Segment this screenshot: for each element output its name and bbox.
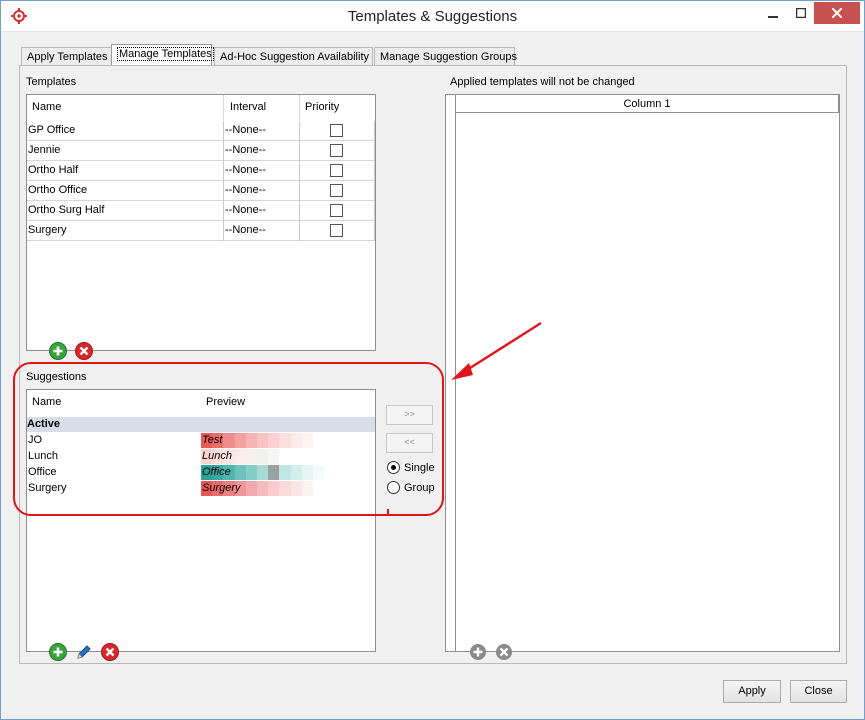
apply-button[interactable]: Apply	[723, 680, 781, 703]
templates-table[interactable]: Name Interval Priority GP Office --None-…	[26, 94, 376, 351]
annotation-mark	[387, 509, 389, 514]
delete-applied-button[interactable]	[494, 642, 514, 662]
template-priority-cell	[300, 141, 375, 161]
add-suggestion-button[interactable]	[48, 642, 68, 662]
annotation-arrow-icon	[451, 321, 542, 380]
delete-template-button[interactable]	[74, 341, 94, 361]
minimize-button[interactable]	[760, 2, 786, 24]
close-window-button[interactable]	[814, 2, 860, 24]
template-priority-cell	[300, 161, 375, 181]
priority-checkbox[interactable]	[330, 184, 343, 197]
template-name: Surgery	[27, 221, 224, 241]
tab-label: Manage Suggestion Groups	[380, 51, 517, 63]
column-header-name[interactable]: Name	[27, 95, 224, 120]
tab-label: Ad-Hoc Suggestion Availability	[220, 51, 369, 63]
close-button[interactable]: Close	[790, 680, 847, 703]
edit-suggestion-button[interactable]	[74, 642, 94, 662]
column-header-column-1[interactable]: Column 1	[456, 95, 839, 113]
tab-ad-hoc-suggestion-availability[interactable]: Ad-Hoc Suggestion Availability	[214, 47, 373, 66]
template-name: Jennie	[27, 141, 224, 161]
maximize-icon	[795, 7, 807, 19]
templates-label: Templates	[26, 76, 77, 88]
template-interval[interactable]: --None--	[224, 201, 300, 221]
column-header-interval[interactable]: Interval	[224, 95, 300, 120]
template-name: Ortho Half	[27, 161, 224, 181]
add-template-button[interactable]	[48, 341, 68, 361]
template-name: Ortho Surg Half	[27, 201, 224, 221]
template-priority-cell	[300, 221, 375, 241]
priority-checkbox[interactable]	[330, 224, 343, 237]
tab-label: Manage Templates	[117, 47, 214, 61]
template-interval[interactable]: --None--	[224, 121, 300, 141]
annotation-highlight	[13, 362, 444, 516]
template-priority-cell	[300, 181, 375, 201]
template-interval[interactable]: --None--	[224, 161, 300, 181]
priority-checkbox[interactable]	[330, 204, 343, 217]
template-priority-cell	[300, 121, 375, 141]
table-row[interactable]: Ortho Half --None--	[27, 161, 375, 181]
table-row[interactable]: Surgery --None--	[27, 221, 375, 241]
dialog-window: Templates & Suggestions Apply Templates …	[0, 0, 865, 720]
title-bar: Templates & Suggestions	[1, 1, 864, 32]
template-name: Ortho Office	[27, 181, 224, 201]
template-name: GP Office	[27, 121, 224, 141]
template-interval[interactable]: --None--	[224, 181, 300, 201]
minimize-icon	[768, 16, 778, 18]
template-interval[interactable]: --None--	[224, 221, 300, 241]
column-header-priority[interactable]: Priority	[300, 95, 375, 120]
template-interval[interactable]: --None--	[224, 141, 300, 161]
table-row[interactable]: Ortho Office --None--	[27, 181, 375, 201]
tab-manage-templates[interactable]: Manage Templates	[111, 44, 214, 66]
tab-label: Apply Templates	[27, 51, 108, 63]
window-title: Templates & Suggestions	[347, 8, 518, 25]
priority-checkbox[interactable]	[330, 144, 343, 157]
add-applied-button[interactable]	[468, 642, 488, 662]
close-icon	[831, 7, 843, 19]
priority-checkbox[interactable]	[330, 124, 343, 137]
table-row[interactable]: Ortho Surg Half --None--	[27, 201, 375, 221]
table-row[interactable]: GP Office --None--	[27, 121, 375, 141]
tab-apply-templates[interactable]: Apply Templates	[21, 47, 113, 66]
maximize-button[interactable]	[788, 2, 814, 24]
table-row[interactable]: Jennie --None--	[27, 141, 375, 161]
tab-manage-suggestion-groups[interactable]: Manage Suggestion Groups	[374, 47, 517, 66]
priority-checkbox[interactable]	[330, 164, 343, 177]
template-priority-cell	[300, 201, 375, 221]
delete-suggestion-button[interactable]	[100, 642, 120, 662]
applied-templates-label: Applied templates will not be changed	[450, 76, 635, 88]
